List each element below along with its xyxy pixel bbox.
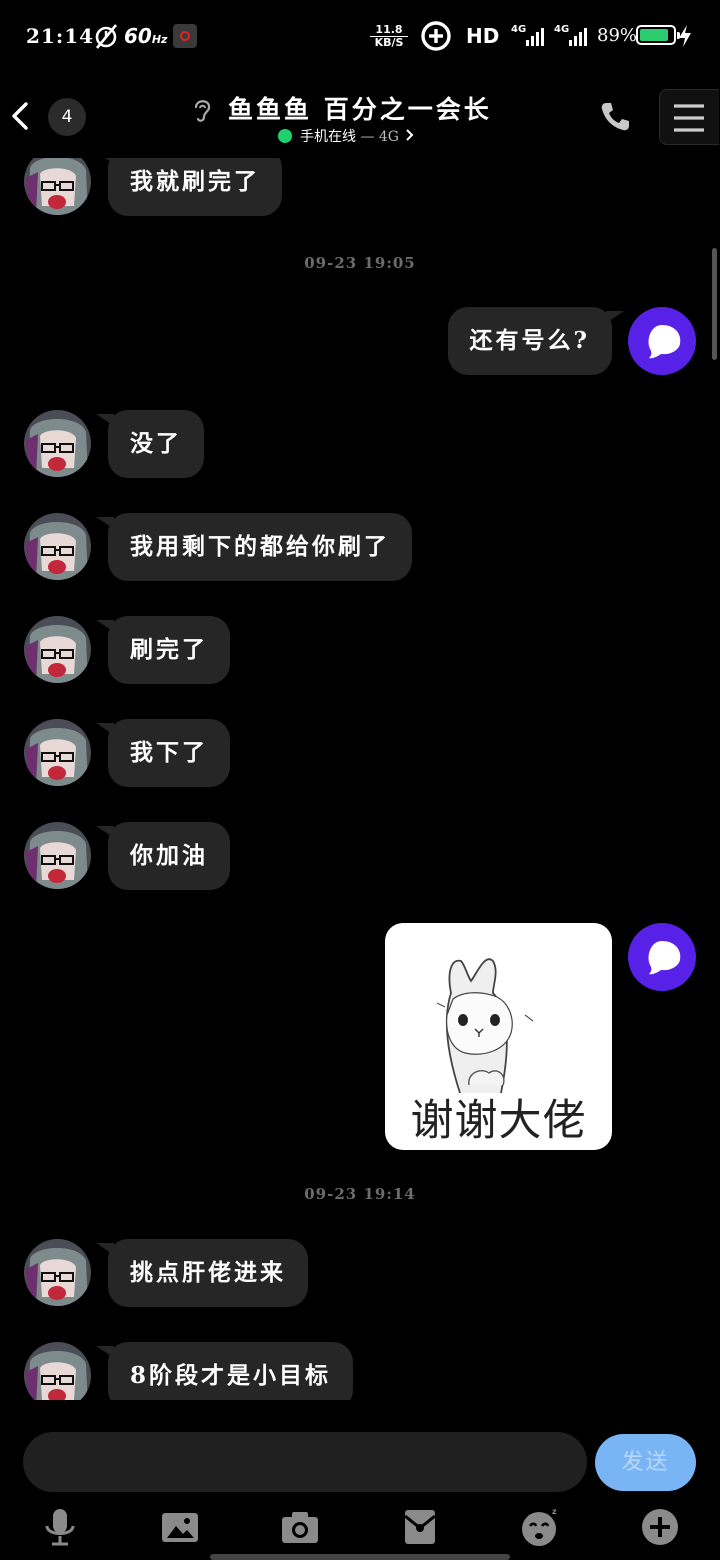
battery-fill [640,29,668,41]
back-icon[interactable] [6,98,36,134]
signal-icon: 4G [554,24,587,46]
online-dot [278,129,292,143]
my-avatar[interactable] [628,923,696,991]
sticker-caption: 谢谢大佬 [410,1096,587,1146]
refresh-rate: 60Hz [124,24,168,48]
message-bubble[interactable]: 你加油 [96,822,230,890]
online-status: 手机在线 — 4G [278,126,415,146]
app-notification-icon [173,24,197,48]
message-bubble[interactable]: 没了 [96,410,204,478]
svg-text:z: z [552,1507,557,1516]
phone-call-icon[interactable] [598,100,632,134]
message-bubble[interactable]: 我就刷完了 [96,158,282,216]
image-icon[interactable] [159,1506,201,1548]
signal-icon: 4G [511,24,544,46]
network-type: — 4G [356,129,399,145]
battery-percent: 89% [597,25,638,46]
emoji-icon[interactable]: z [519,1506,561,1548]
status-bar: 21:14 60Hz 11.8 KB/S HD 4G 4G 89% [0,0,720,72]
network-speed: 11.8 KB/S [370,24,408,49]
my-avatar[interactable] [628,307,696,375]
contact-avatar[interactable] [24,410,91,477]
chevron-right-icon [406,129,414,141]
chat-title[interactable]: 鱼鱼鱼 百分之一会长 [228,90,492,126]
signal-label: 4G [554,24,569,35]
message-input[interactable] [23,1432,587,1492]
message-timestamp: 09-23 19:05 [304,254,416,272]
message-bubble[interactable]: 我用剩下的都给你刷了 [96,513,412,581]
status-time: 21:14 [26,24,95,48]
scrollbar[interactable] [712,248,717,360]
send-button[interactable]: 发送 [595,1434,696,1491]
menu-button[interactable] [659,89,719,145]
chat-header: 4 鱼鱼鱼 百分之一会长 手机在线 — 4G [0,72,720,158]
contact-avatar[interactable] [24,822,91,889]
ear-icon [194,100,211,122]
unread-count-badge[interactable]: 4 [48,98,86,136]
message-timestamp: 09-23 19:14 [304,1185,416,1203]
message-bubble[interactable]: 挑点肝佬进来 [96,1239,308,1307]
message-list[interactable]: 我就刷完了 09-23 19:05 还有号么? 没了 我用剩下的都给你刷了 刷完… [0,158,720,1400]
message-bubble[interactable]: 刷完了 [96,616,230,684]
data-saver-icon [421,21,451,51]
home-indicator[interactable] [210,1554,510,1560]
menu-icon [674,104,704,132]
signal-label: 4G [511,24,526,35]
message-bubble[interactable]: 我下了 [96,719,230,787]
online-status-text: 手机在线 [300,129,356,145]
contact-avatar[interactable] [24,1342,91,1400]
alarm-off-icon [95,24,118,49]
message-bubble[interactable]: 8阶段才是小目标 [95,1342,354,1400]
battery-icon [636,25,680,45]
charging-icon [679,25,691,47]
plus-icon[interactable] [639,1506,681,1548]
red-packet-icon[interactable] [399,1506,441,1548]
contact-avatar[interactable] [24,513,91,580]
microphone-icon[interactable] [39,1506,81,1548]
sticker-image[interactable]: 谢谢大佬 [385,923,612,1150]
camera-icon[interactable] [279,1506,321,1548]
rabbit-sticker-icon [436,958,534,1094]
hd-label: HD [466,24,500,48]
contact-avatar[interactable] [24,158,91,215]
contact-avatar[interactable] [24,616,91,683]
contact-avatar[interactable] [24,719,91,786]
message-bubble[interactable]: 还有号么? [447,307,625,375]
contact-avatar[interactable] [24,1239,91,1306]
